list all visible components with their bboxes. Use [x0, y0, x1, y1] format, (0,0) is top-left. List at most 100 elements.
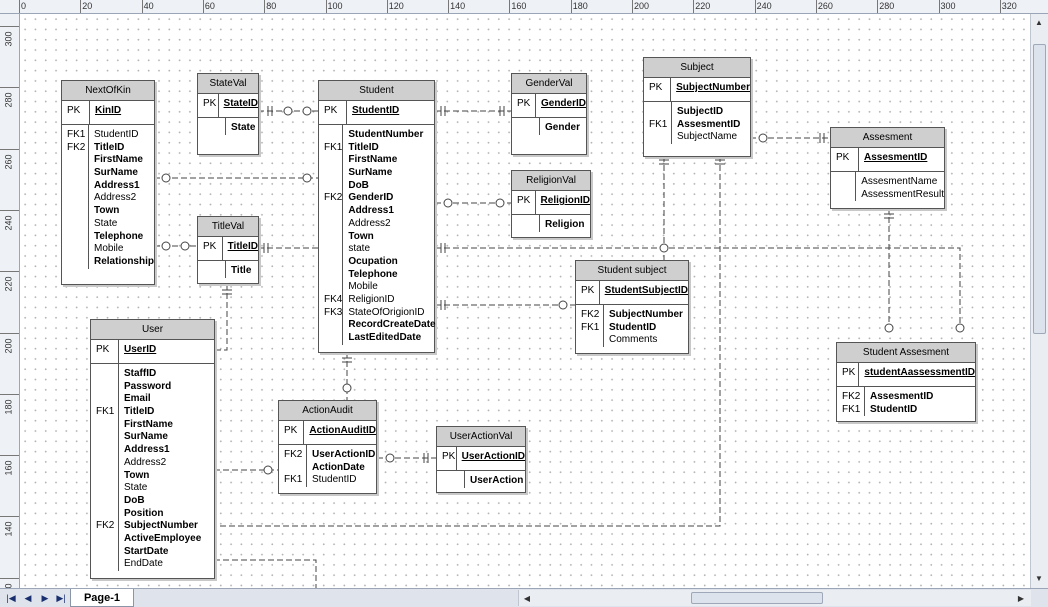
- scroll-up-icon[interactable]: ▲: [1031, 14, 1047, 30]
- ruler-tick: [448, 0, 450, 13]
- ruler-label: 20: [82, 1, 93, 11]
- attribute: FirstName: [93, 154, 143, 166]
- entity-subject[interactable]: Subject PK SubjectNumber FK1 SubjectID As…: [643, 57, 751, 157]
- key-label: PK: [649, 82, 663, 93]
- key-label: [67, 243, 88, 256]
- entity-useractionval[interactable]: UserActionVal PK UserActionID UserAction: [436, 426, 526, 493]
- next-page-icon[interactable]: ▶: [38, 591, 52, 605]
- primary-key: ReligionID: [540, 195, 590, 206]
- crowfoot-marker: [443, 198, 453, 208]
- crowfoot-marker: [342, 383, 352, 393]
- crowfoot-marker: [283, 106, 293, 116]
- entity-title: Assesment: [831, 128, 944, 148]
- vertical-scrollbar[interactable]: ▲ ▼: [1030, 14, 1048, 588]
- primary-key: StateID: [223, 98, 258, 109]
- attribute: Telephone: [93, 230, 144, 242]
- key-label: [324, 129, 342, 142]
- rel-student-studentassesment: [435, 247, 961, 333]
- ruler-tick: [754, 0, 756, 13]
- scroll-down-icon[interactable]: ▼: [1031, 570, 1047, 586]
- attribute: AssesmentID: [677, 118, 741, 130]
- entity-student[interactable]: Student PK StudentID FK1 FK2 FK4 FK3 Studen…: [318, 80, 436, 353]
- key-label: [96, 419, 118, 432]
- ruler-label: 300: [940, 1, 956, 11]
- attribute: TitleID: [93, 141, 125, 153]
- drawing-canvas[interactable]: NextOfKin PK KinID FK1 FK2 StudentID Title…: [20, 14, 1030, 588]
- key-label: [96, 558, 118, 571]
- ruler-label: 160: [3, 460, 14, 476]
- attribute: DoB: [348, 179, 369, 191]
- attribute: StudentID: [609, 321, 657, 333]
- page-navigation-bar: |◀ ◀ ▶ ▶| Page-1 ◀ ▶: [0, 588, 1048, 607]
- attribute: FirstName: [348, 154, 398, 166]
- crowfoot-marker: [955, 323, 965, 333]
- entity-religionval[interactable]: ReligionVal PK ReligionID Religion: [511, 170, 591, 238]
- scroll-right-icon[interactable]: ▶: [1013, 590, 1029, 606]
- ruler-label: 0: [21, 1, 27, 11]
- last-page-icon[interactable]: ▶|: [54, 591, 68, 605]
- entity-title: Student subject: [576, 261, 688, 281]
- entity-title: User: [91, 320, 214, 340]
- entity-student-subject[interactable]: Student subject PK StudentSubjectID FK2 F…: [575, 260, 689, 354]
- primary-key: KinID: [95, 105, 122, 116]
- key-label: [96, 393, 118, 406]
- crowfoot-marker: [558, 300, 568, 310]
- ruler-tick: [0, 393, 19, 395]
- entity-titleval[interactable]: TitleVal PK TitleID Title: [197, 216, 259, 284]
- key-label: FK1: [649, 118, 668, 130]
- ruler-label: 140: [3, 521, 14, 537]
- entity-title: Student: [319, 81, 434, 101]
- attribute: StudentNumber: [348, 129, 424, 140]
- crowfoot-marker: [884, 323, 894, 333]
- horizontal-scroll-thumb[interactable]: [691, 592, 823, 604]
- entity-nextofkin[interactable]: NextOfKin PK KinID FK1 FK2 StudentID Title…: [61, 80, 155, 285]
- attribute: State: [231, 122, 256, 133]
- key-label: [67, 180, 88, 193]
- ruler-label: 100: [327, 1, 343, 11]
- entity-genderval[interactable]: GenderVal PK GenderID Gender: [511, 73, 587, 155]
- scroll-left-icon[interactable]: ◀: [519, 590, 535, 606]
- ruler-label: 240: [3, 215, 14, 231]
- key-label: [324, 167, 342, 180]
- entity-title: ActionAudit: [279, 401, 376, 421]
- entity-title: Student Assesment: [837, 343, 975, 363]
- key-label: [324, 218, 342, 231]
- entity-student-assesment[interactable]: Student Assesment PK studentAassessmentI…: [836, 342, 976, 422]
- entity-actionaudit[interactable]: ActionAudit PK ActionAuditID FK2 FK1 User…: [278, 400, 377, 494]
- rel-user-offpage: [214, 559, 317, 588]
- key-label: [96, 368, 118, 381]
- vertical-scroll-thumb[interactable]: [1033, 44, 1046, 334]
- ruler-label: 160: [511, 1, 527, 11]
- attribute: Address2: [348, 217, 391, 229]
- ruler-label: 40: [143, 1, 154, 11]
- primary-key: SubjectNumber: [676, 82, 750, 93]
- attribute: SubjectNumber: [124, 520, 198, 532]
- key-label: [324, 180, 342, 193]
- key-label: FK1: [581, 321, 600, 333]
- tab-page-1[interactable]: Page-1: [70, 589, 134, 607]
- crowfoot-marker: [161, 173, 171, 183]
- first-page-icon[interactable]: |◀: [4, 591, 18, 605]
- ruler-tick: [570, 0, 572, 13]
- attribute: SubjectID: [677, 106, 724, 117]
- attribute: DoB: [124, 494, 145, 506]
- attribute: Password: [124, 380, 172, 392]
- entity-assesment[interactable]: Assesment PK AssesmentID AssesmentName As…: [830, 127, 945, 209]
- ruler-tick: [509, 0, 511, 13]
- entity-user[interactable]: User PK UserID FK1 FK2 StaffID Password Ema…: [90, 319, 215, 579]
- previous-page-icon[interactable]: ◀: [21, 591, 35, 605]
- key-label: [67, 167, 88, 180]
- ruler-label: 280: [879, 1, 895, 11]
- key-label: [67, 154, 88, 167]
- crowfoot-marker: [302, 173, 312, 183]
- attribute: Town: [124, 469, 150, 481]
- entity-stateval[interactable]: StateVal PK StateID State: [197, 73, 259, 155]
- attribute: SurName: [124, 431, 168, 443]
- attribute: SubjectName: [677, 131, 738, 143]
- attribute: Ocupation: [348, 255, 398, 267]
- attribute: Position: [124, 507, 164, 519]
- attribute: Address1: [93, 179, 140, 191]
- key-label: PK: [203, 241, 217, 252]
- horizontal-scrollbar[interactable]: ◀ ▶: [518, 590, 1031, 606]
- key-label: FK1: [842, 403, 861, 415]
